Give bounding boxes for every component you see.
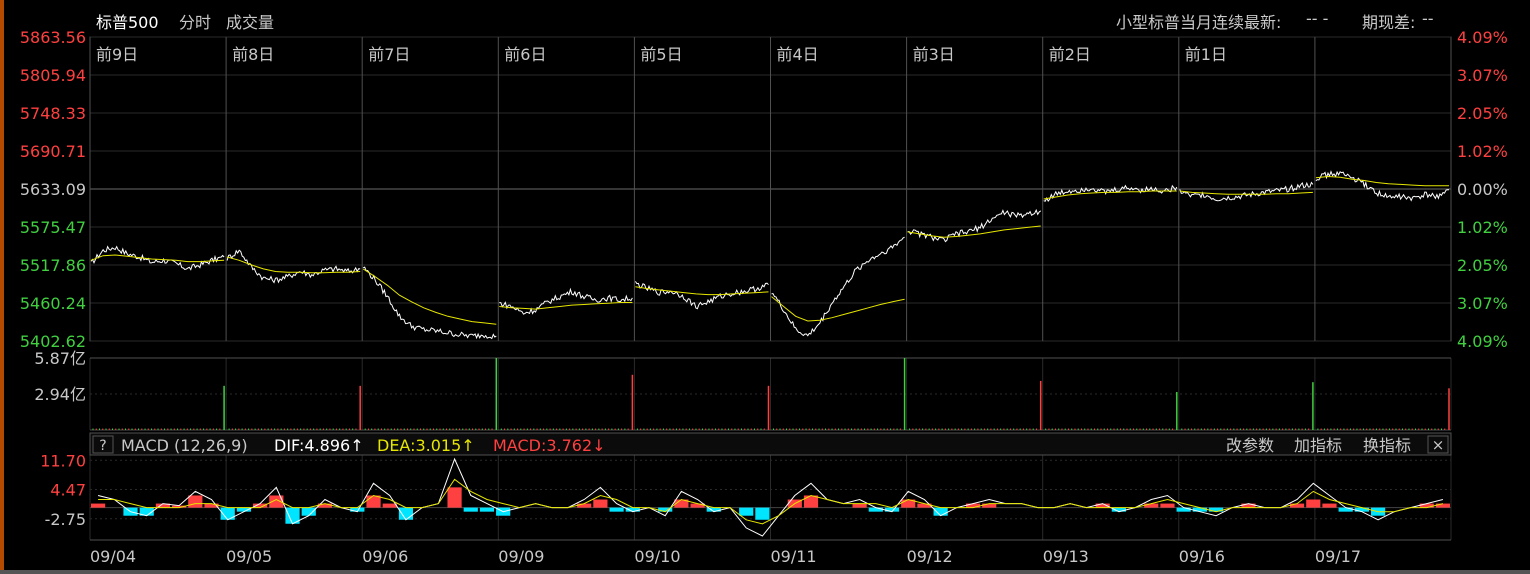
x-date-label: 09/04 xyxy=(90,547,136,566)
macd-dea-value: DEA:3.015↑ xyxy=(377,436,475,455)
average-line-day-09/06 xyxy=(362,268,497,325)
average-line-day-09/11 xyxy=(771,296,905,322)
pct-tick-label: 0.00% xyxy=(1457,180,1508,199)
bottom-scrollbar[interactable] xyxy=(0,570,1530,574)
day-label: 前5日 xyxy=(640,45,682,64)
average-line-day-09/12 xyxy=(907,225,1041,238)
average-line-day-09/04 xyxy=(90,254,225,263)
price-line-day-09/13 xyxy=(1043,184,1178,203)
average-line-day-09/17 xyxy=(1315,175,1449,187)
day-label: 前8日 xyxy=(232,45,274,64)
macd-tick-label: 4.47 xyxy=(50,481,86,500)
day-label: 前1日 xyxy=(1185,45,1227,64)
macd-macd-value: MACD:3.762↓ xyxy=(493,436,606,455)
x-date-label: 09/16 xyxy=(1179,547,1225,566)
price-tick-label: 5805.94 xyxy=(20,66,86,85)
pct-tick-label: 2.05% xyxy=(1457,256,1508,275)
chart-canvas: 5863.56 4.09% 5805.94 3.07% 5748.33 2.05% 5690… xyxy=(20,28,1508,566)
x-date-label: 09/11 xyxy=(771,547,817,566)
macd-dif-value: DIF:4.896↑ xyxy=(274,436,364,455)
day-label: 前3日 xyxy=(913,45,955,64)
pct-tick-label: 1.02% xyxy=(1457,142,1508,161)
average-line-day-09/13 xyxy=(1043,190,1177,200)
price-line-day-09/09 xyxy=(499,287,633,315)
x-date-label: 09/09 xyxy=(498,547,544,566)
price-line-day-09/05 xyxy=(226,249,361,284)
price-line-day-09/10 xyxy=(634,281,769,310)
macd-tick-label: -2.75 xyxy=(45,510,86,529)
macd-help-label: ? xyxy=(99,438,106,454)
day-label: 前2日 xyxy=(1049,45,1091,64)
volume-tick-label: 5.87亿 xyxy=(34,349,86,368)
price-tick-label: 5517.86 xyxy=(20,256,86,275)
price-tick-label: 5690.71 xyxy=(20,142,86,161)
x-date-label: 09/17 xyxy=(1315,547,1361,566)
price-line-day-09/04 xyxy=(90,245,225,271)
x-date-label: 09/12 xyxy=(907,547,953,566)
price-tick-label: 5748.33 xyxy=(20,104,86,123)
change-params-button: 改参数 xyxy=(1226,436,1274,455)
price-line-day-09/12 xyxy=(907,208,1042,243)
add-indicator-button: 加指标 xyxy=(1294,436,1342,455)
x-date-label: 09/06 xyxy=(362,547,408,566)
price-tick-label: 5863.56 xyxy=(20,28,86,47)
price-line-day-09/16 xyxy=(1179,181,1314,202)
pct-tick-label: 4.09% xyxy=(1457,332,1508,351)
volume-tick-label: 2.94亿 xyxy=(34,385,86,404)
pct-tick-label: 2.05% xyxy=(1457,104,1508,123)
day-label: 前7日 xyxy=(368,45,410,64)
price-line-day-09/11 xyxy=(771,236,905,337)
pct-tick-label: 4.09% xyxy=(1457,28,1508,47)
pct-tick-label: 3.07% xyxy=(1457,294,1508,313)
macd-tick-label: 11.70 xyxy=(40,451,86,470)
switch-indicator-button: 换指标 xyxy=(1363,436,1411,455)
day-label: 前6日 xyxy=(504,45,546,64)
day-label: 前4日 xyxy=(777,45,819,64)
pct-tick-label: 1.02% xyxy=(1457,218,1508,237)
close-icon: × xyxy=(1432,436,1445,454)
x-date-label: 09/13 xyxy=(1043,547,1089,566)
x-date-label: 09/10 xyxy=(634,547,680,566)
macd-name-label: MACD (12,26,9) xyxy=(121,436,248,455)
price-tick-label: 5575.47 xyxy=(20,218,86,237)
pct-tick-label: 3.07% xyxy=(1457,66,1508,85)
day-label: 前9日 xyxy=(96,45,138,64)
price-tick-label: 5633.09 xyxy=(20,180,86,199)
x-date-label: 09/05 xyxy=(226,547,272,566)
price-tick-label: 5460.24 xyxy=(20,294,86,313)
